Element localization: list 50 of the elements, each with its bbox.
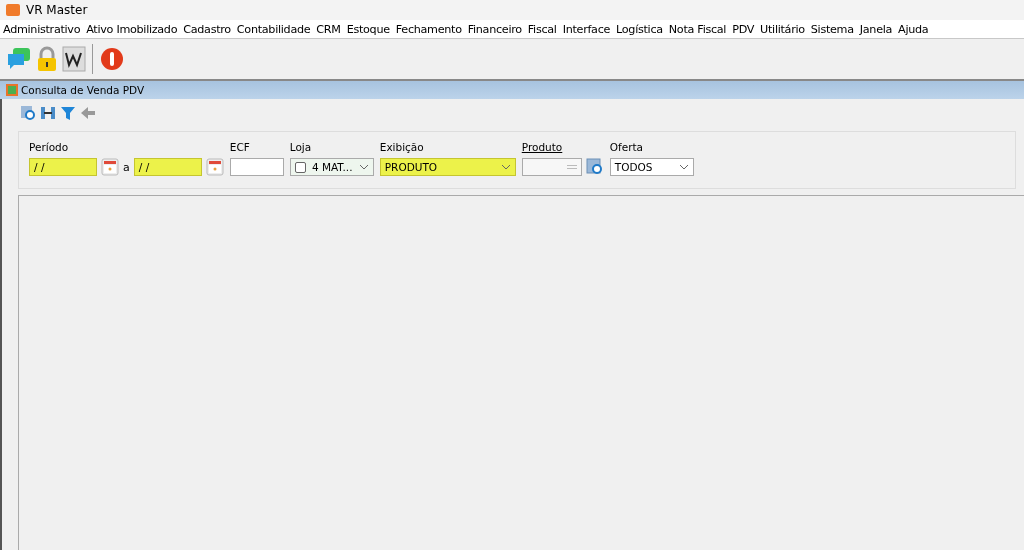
power-icon[interactable]: [99, 46, 125, 72]
menu-item[interactable]: Ajuda: [895, 22, 932, 36]
window-icon: [6, 84, 18, 96]
end-date-field[interactable]: / /: [133, 158, 202, 176]
offer-dropdown[interactable]: TODOS: [609, 158, 694, 176]
back-arrow-icon[interactable]: [80, 105, 96, 121]
app-icon: [6, 4, 20, 16]
calendar-icon[interactable]: [101, 158, 119, 176]
menu-item[interactable]: Nota Fiscal: [665, 22, 730, 36]
menu-item[interactable]: Logística: [613, 22, 666, 36]
ecf-field[interactable]: [229, 158, 284, 176]
period-label: Período: [29, 141, 70, 153]
menu-item[interactable]: CRM: [313, 22, 344, 36]
menu-item[interactable]: Administrativo: [0, 22, 84, 36]
offer-label: Oferta: [609, 141, 645, 153]
store-dropdown[interactable]: 4 MAT...: [289, 158, 374, 176]
ecf-label: ECF: [229, 141, 251, 153]
menu-item[interactable]: Fechamento: [392, 22, 465, 36]
store-value: 4 MAT...: [311, 161, 353, 173]
document-icon[interactable]: [62, 46, 86, 72]
list-icon: [566, 164, 577, 170]
product-field[interactable]: [521, 158, 582, 176]
menu-item[interactable]: PDV: [729, 22, 758, 36]
search-icon[interactable]: [585, 158, 604, 176]
connector-text: a: [123, 160, 130, 174]
display-label: Exibição: [379, 141, 425, 153]
start-date-field[interactable]: / /: [29, 158, 97, 176]
menu-item[interactable]: Cadastro: [180, 22, 234, 36]
menu-item[interactable]: Ativo Imobilizado: [83, 22, 181, 36]
menu-item[interactable]: Interface: [559, 22, 614, 36]
store-label: Loja: [289, 141, 313, 153]
checkbox[interactable]: [294, 161, 306, 173]
calendar-icon[interactable]: [205, 158, 224, 176]
caret-icon: [500, 164, 511, 170]
caret-icon: [678, 164, 689, 170]
resize-icon[interactable]: [40, 105, 56, 121]
menu-item[interactable]: Sistema: [807, 22, 857, 36]
internal-window-title: Consulta de Venda PDV: [21, 84, 145, 96]
search-icon[interactable]: [20, 105, 36, 121]
window-title: VR Master: [26, 3, 88, 17]
product-link[interactable]: Produto: [521, 141, 604, 153]
menu-item[interactable]: Fiscal: [524, 22, 560, 36]
caret-icon: [358, 164, 369, 170]
menu-item[interactable]: Contabilidade: [233, 22, 314, 36]
menu-item[interactable]: Utilitário: [757, 22, 808, 36]
menu-item[interactable]: Estoque: [343, 22, 393, 36]
chat-icon[interactable]: [6, 46, 32, 72]
menu-item[interactable]: Financeiro: [464, 22, 525, 36]
display-dropdown[interactable]: PRODUTO: [379, 158, 516, 176]
menu-item[interactable]: Janela: [856, 22, 896, 36]
